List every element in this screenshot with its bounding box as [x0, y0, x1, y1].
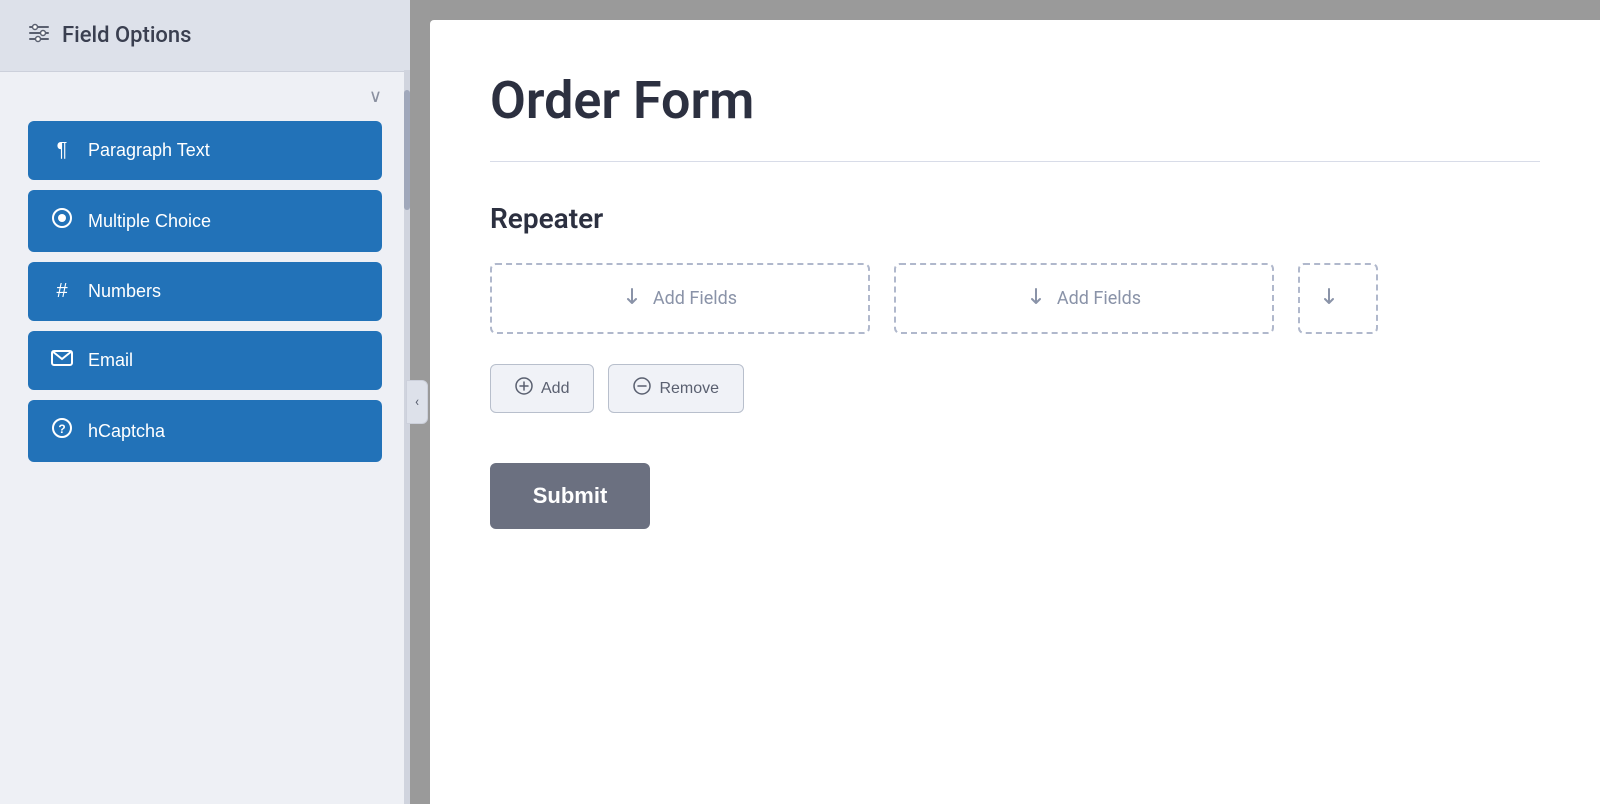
- chevron-down-icon[interactable]: ∨: [369, 86, 382, 107]
- sidebar-header: Field Options: [0, 0, 410, 72]
- add-fields-label-1: Add Fields: [653, 288, 737, 309]
- submit-button[interactable]: Submit: [490, 463, 650, 529]
- add-fields-icon-2: [1027, 287, 1045, 310]
- remove-row-button[interactable]: Remove: [608, 364, 744, 413]
- repeater-fields-row: Add Fields Add Fields: [490, 263, 1540, 334]
- add-fields-icon-3: [1320, 287, 1338, 310]
- field-btn-numbers[interactable]: # Numbers: [28, 262, 382, 321]
- field-btn-hcaptcha-label: hCaptcha: [88, 421, 165, 442]
- email-icon: [50, 349, 74, 372]
- field-btn-paragraph-text[interactable]: ¶ Paragraph Text: [28, 121, 382, 180]
- add-fields-box-2[interactable]: Add Fields: [894, 263, 1274, 334]
- main-content: Order Form Repeater Add Fields Add Fie: [410, 0, 1600, 804]
- add-fields-box-1[interactable]: Add Fields: [490, 263, 870, 334]
- remove-row-icon: [633, 377, 651, 400]
- field-btn-multiple-choice-label: Multiple Choice: [88, 211, 211, 232]
- form-canvas: Order Form Repeater Add Fields Add Fie: [430, 20, 1600, 804]
- add-row-button[interactable]: Add: [490, 364, 594, 413]
- field-btn-email-label: Email: [88, 350, 133, 371]
- sidebar-title: Field Options: [62, 23, 192, 48]
- repeater-actions: Add Remove: [490, 364, 1540, 413]
- sidebar-scrollbar-thumb: [404, 90, 410, 210]
- form-title: Order Form: [490, 70, 1540, 131]
- add-fields-box-3[interactable]: [1298, 263, 1378, 334]
- add-fields-icon-1: [623, 287, 641, 310]
- field-btn-paragraph-text-label: Paragraph Text: [88, 140, 210, 161]
- field-btn-multiple-choice[interactable]: Multiple Choice: [28, 190, 382, 252]
- form-divider: [490, 161, 1540, 162]
- field-btn-hcaptcha[interactable]: ? hCaptcha: [28, 400, 382, 462]
- sidebar-scrollbar[interactable]: [404, 70, 410, 804]
- add-row-icon: [515, 377, 533, 400]
- remove-row-label: Remove: [659, 380, 719, 398]
- hcaptcha-icon: ?: [50, 418, 74, 444]
- sidebar-chevron-row: ∨: [0, 72, 410, 117]
- multiple-choice-icon: [50, 208, 74, 234]
- repeater-section-title: Repeater: [490, 202, 1540, 235]
- numbers-icon: #: [50, 280, 74, 303]
- field-options-icon: [28, 22, 50, 49]
- sidebar-items: ¶ Paragraph Text Multiple Choice # Numbe…: [0, 117, 410, 804]
- add-fields-label-2: Add Fields: [1057, 288, 1141, 309]
- sidebar-collapse-button[interactable]: ‹: [406, 380, 428, 424]
- svg-text:?: ?: [58, 422, 65, 436]
- paragraph-text-icon: ¶: [50, 139, 74, 162]
- field-btn-numbers-label: Numbers: [88, 281, 161, 302]
- sidebar: Field Options ∨ ¶ Paragraph Text Multipl…: [0, 0, 410, 804]
- add-row-label: Add: [541, 380, 569, 398]
- field-btn-email[interactable]: Email: [28, 331, 382, 390]
